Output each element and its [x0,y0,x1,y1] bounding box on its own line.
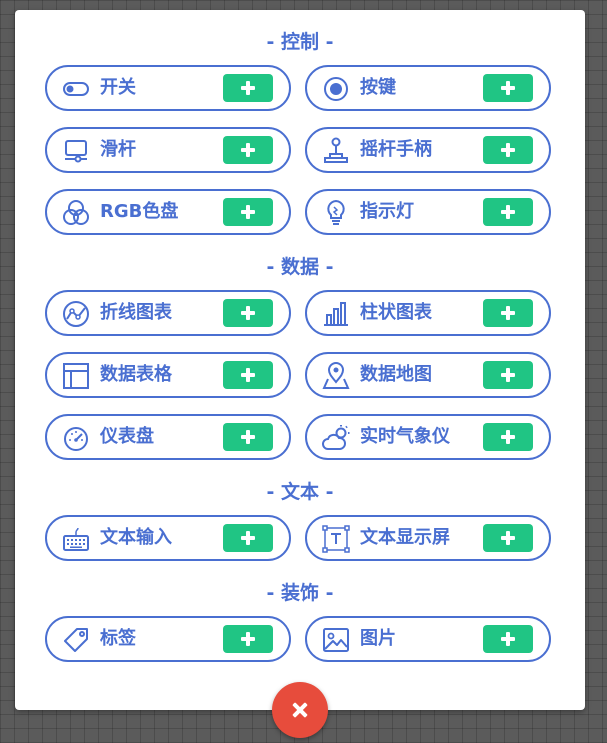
image-icon [322,626,350,654]
add-joystick-button[interactable] [483,136,533,164]
add-button-widget-button[interactable] [483,74,533,102]
plus-icon [500,142,516,158]
plus-icon [240,305,256,321]
add-gauge-button[interactable] [223,423,273,451]
widget-item-text-display: 文本显示屏 [305,515,551,561]
section-title-control: - 控制 - [266,31,334,53]
plus-icon [240,429,256,445]
widget-item-joystick: 摇杆手柄 [305,127,551,173]
plus-icon [500,204,516,220]
widget-item-gauge: 仪表盘 [45,414,291,460]
weather-icon [322,424,350,452]
add-weather-button[interactable] [483,423,533,451]
toggle-switch-icon [62,75,90,103]
add-table-button[interactable] [223,361,273,389]
plus-icon [240,530,256,546]
add-text-input-button[interactable] [223,524,273,552]
plus-icon [240,367,256,383]
close-button[interactable] [272,682,328,738]
widget-item-label: 数据地图 [360,364,432,385]
widget-item-rgb: RGB色盘 [45,189,291,235]
plus-icon [500,367,516,383]
widget-picker-panel: - 控制 - 开关 按键 滑杆 摇杆手柄 RGB色盘 指示灯 - 数据 - 折线… [15,10,585,710]
widget-item-table: 数据表格 [45,352,291,398]
widget-item-label: 按键 [360,77,396,98]
rgb-circles-icon [62,199,90,227]
section-title-text: - 文本 - [266,481,334,503]
plus-icon [500,80,516,96]
add-rgb-button[interactable] [223,198,273,226]
add-line-chart-button[interactable] [223,299,273,327]
add-text-display-button[interactable] [483,524,533,552]
joystick-icon [322,137,350,165]
plus-icon [240,142,256,158]
plus-icon [240,80,256,96]
add-label-button[interactable] [223,625,273,653]
section-title-data: - 数据 - [266,256,334,278]
widget-item-label: 文本输入 [100,527,172,548]
plus-icon [500,305,516,321]
add-indicator-button[interactable] [483,198,533,226]
add-bar-chart-button[interactable] [483,299,533,327]
widget-item-weather: 实时气象仪 [305,414,551,460]
add-map-button[interactable] [483,361,533,389]
close-icon [292,702,308,718]
add-slider-button[interactable] [223,136,273,164]
plus-icon [240,204,256,220]
widget-item-switch: 开关 [45,65,291,111]
widget-item-label: 指示灯 [360,201,414,222]
gauge-icon [62,424,90,452]
widget-item-label: 数据表格 [100,364,172,385]
plus-icon [500,429,516,445]
slider-icon [62,137,90,165]
widget-item-label: RGB色盘 [100,201,179,222]
radio-button-icon [322,75,350,103]
widget-item-label: 折线图表 [100,302,172,323]
light-bulb-icon [322,199,350,227]
add-image-button[interactable] [483,625,533,653]
widget-item-label: 图片 [360,628,396,649]
line-chart-icon [62,300,90,328]
widget-item-label: 摇杆手柄 [360,139,432,160]
widget-item-indicator: 指示灯 [305,189,551,235]
widget-item-label: 开关 [100,77,136,98]
widget-item-label: 标签 [100,628,136,649]
widget-item-label: 实时气象仪 [360,426,450,447]
widget-item-label: 仪表盘 [100,426,154,447]
plus-icon [240,631,256,647]
text-frame-icon [322,525,350,553]
widget-item-label-widget: 标签 [45,616,291,662]
widget-item-button: 按键 [305,65,551,111]
widget-item-slider: 滑杆 [45,127,291,173]
add-switch-button[interactable] [223,74,273,102]
widget-item-line-chart: 折线图表 [45,290,291,336]
widget-item-label: 滑杆 [100,139,136,160]
bar-chart-icon [322,300,350,328]
tag-icon [62,626,90,654]
keyboard-icon [62,525,90,553]
table-icon [62,362,90,390]
widget-item-label: 柱状图表 [360,302,432,323]
widget-item-label: 文本显示屏 [360,527,450,548]
plus-icon [500,631,516,647]
widget-item-bar-chart: 柱状图表 [305,290,551,336]
widget-item-text-input: 文本输入 [45,515,291,561]
widget-item-map: 数据地图 [305,352,551,398]
plus-icon [500,530,516,546]
section-title-decoration: - 装饰 - [266,582,334,604]
widget-item-image: 图片 [305,616,551,662]
map-pin-icon [322,362,350,390]
